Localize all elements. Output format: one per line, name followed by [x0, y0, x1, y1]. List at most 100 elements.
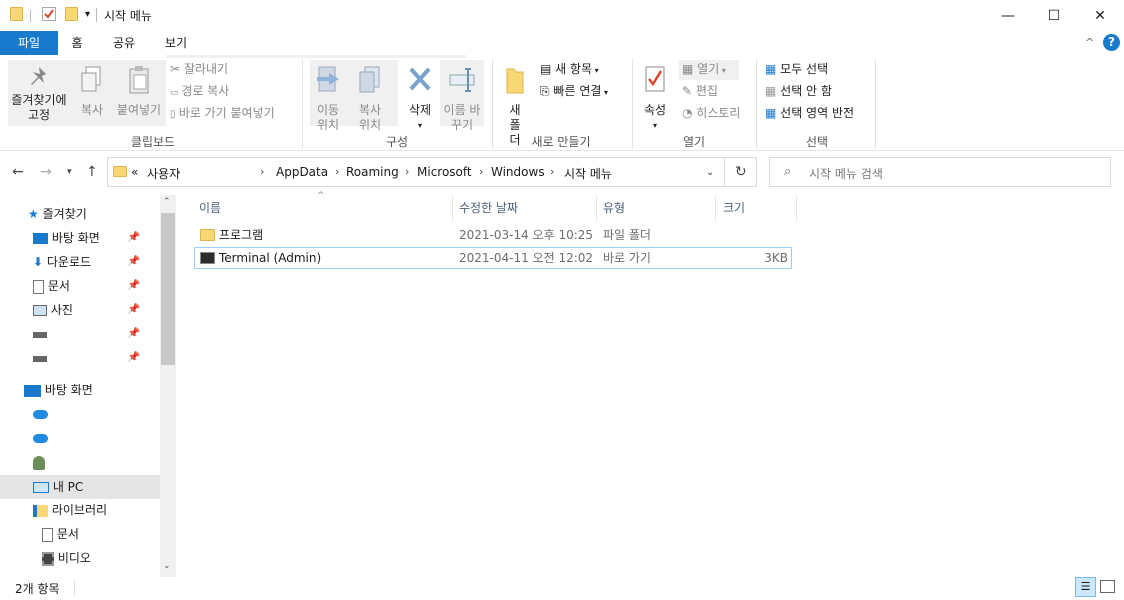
- column-divider[interactable]: [796, 196, 797, 221]
- large-icons-view-icon[interactable]: [1100, 580, 1115, 593]
- search-input[interactable]: 시작 메뉴 검색: [809, 165, 883, 182]
- pin-icon[interactable]: 📌: [128, 322, 140, 346]
- breadcrumb-roaming[interactable]: Roaming: [346, 165, 399, 179]
- computer-icon: [33, 482, 49, 493]
- breadcrumb-appdata[interactable]: AppData: [276, 165, 328, 179]
- details-view-icon[interactable]: ☰: [1075, 577, 1096, 597]
- properties-dropdown-icon[interactable]: ▾: [638, 118, 672, 133]
- sidebar-item-lib-documents[interactable]: 문서: [42, 522, 79, 546]
- new-folder-quick-icon[interactable]: [65, 7, 78, 21]
- close-button[interactable]: ✕: [1077, 0, 1123, 31]
- tab-share[interactable]: 공유: [106, 31, 142, 55]
- sidebar-item-drive[interactable]: 📌: [33, 346, 160, 370]
- group-separator: [756, 59, 757, 149]
- breadcrumb-microsoft[interactable]: Microsoft: [417, 165, 472, 179]
- move-to-button[interactable]: 이동 위치: [310, 65, 346, 133]
- open-label: 열기: [697, 62, 720, 76]
- tab-file[interactable]: 파일: [0, 31, 58, 55]
- chevron-right-icon[interactable]: ›: [176, 165, 180, 178]
- pin-icon[interactable]: 📌: [128, 274, 140, 298]
- copy-to-button[interactable]: 복사 위치: [352, 65, 388, 133]
- history-icon: ◔: [682, 106, 697, 120]
- sidebar-item-onedrive[interactable]: [33, 402, 48, 426]
- copy-path-button[interactable]: ▭ 경로 복사: [170, 81, 229, 101]
- file-row-programs[interactable]: 프로그램 2021-03-14 오후 10:25 파일 폴더: [194, 225, 792, 247]
- scroll-up-icon[interactable]: ⌃: [163, 197, 171, 207]
- pin-icon[interactable]: 📌: [128, 226, 140, 250]
- properties-quick-icon[interactable]: [42, 7, 56, 21]
- minimize-button[interactable]: —: [985, 0, 1031, 31]
- chevron-right-icon[interactable]: ›: [260, 165, 264, 178]
- sidebar-item-user[interactable]: [33, 450, 45, 474]
- pin-icon: [8, 65, 70, 93]
- help-icon[interactable]: ?: [1103, 34, 1120, 51]
- rename-button[interactable]: 이름 바꾸기: [442, 65, 482, 133]
- collapse-ribbon-icon[interactable]: ^: [1085, 36, 1094, 49]
- file-row-terminal-admin[interactable]: Terminal (Admin) 2021-04-11 오전 12:02 바로 …: [194, 247, 792, 269]
- sidebar-item-label: 내 PC: [52, 480, 84, 494]
- copy-button[interactable]: 복사: [75, 65, 109, 118]
- tab-view[interactable]: 보기: [158, 31, 194, 55]
- invert-selection-button[interactable]: ▦ 선택 영역 반전: [765, 103, 854, 123]
- column-header-name[interactable]: 이름: [199, 199, 221, 221]
- chevron-right-icon[interactable]: ›: [479, 165, 483, 178]
- sidebar-item-network-drive[interactable]: 📌: [33, 322, 160, 346]
- address-bar[interactable]: « 사용자 › › AppData › Roaming › Microsoft …: [107, 157, 757, 187]
- back-icon[interactable]: ←: [12, 164, 24, 180]
- sidebar-item-documents[interactable]: 문서 📌: [33, 274, 160, 298]
- column-header-size[interactable]: 크기: [723, 199, 745, 221]
- select-none-button[interactable]: ▦ 선택 안 함: [765, 81, 832, 101]
- sidebar-item-libraries[interactable]: 라이브러리: [33, 498, 107, 522]
- sidebar-item-desktop[interactable]: 바탕 화면: [24, 378, 93, 402]
- forward-icon[interactable]: →: [40, 164, 52, 180]
- column-header-modified[interactable]: 수정한 날짜: [459, 199, 518, 221]
- search-box[interactable]: ⌕ 시작 메뉴 검색: [769, 157, 1111, 187]
- sidebar-item-quick-access[interactable]: ★ 즐겨찾기: [28, 202, 87, 226]
- breadcrumb-start-menu[interactable]: 시작 메뉴: [564, 165, 612, 182]
- breadcrumb-windows[interactable]: Windows: [491, 165, 545, 179]
- scrollbar-thumb[interactable]: [161, 213, 175, 365]
- refresh-icon[interactable]: ↻: [735, 164, 747, 180]
- cut-button[interactable]: ✂ 잘라내기: [170, 59, 228, 79]
- pin-icon[interactable]: 📌: [128, 298, 140, 322]
- breadcrumb-overflow[interactable]: «: [131, 165, 138, 179]
- tab-home[interactable]: 홈: [62, 31, 92, 55]
- sidebar-item-downloads[interactable]: ⬇ 다운로드 📌: [33, 250, 160, 274]
- new-item-button[interactable]: ▤ 새 항목 ▾: [540, 59, 599, 79]
- edit-button[interactable]: ✎ 편집: [682, 81, 718, 101]
- properties-button[interactable]: 속성 ▾: [638, 65, 672, 133]
- chevron-right-icon[interactable]: ›: [550, 165, 554, 178]
- copy-label: 복사: [80, 103, 104, 117]
- sidebar-scrollbar[interactable]: ⌃ ⌄: [160, 195, 176, 577]
- rename-icon: [442, 65, 482, 103]
- chevron-right-icon[interactable]: ›: [335, 165, 339, 178]
- maximize-button[interactable]: ☐: [1031, 0, 1077, 31]
- open-button[interactable]: ▦ 열기 ▾: [682, 59, 726, 79]
- new-folder-icon: [498, 65, 532, 103]
- sidebar-item-lib-videos[interactable]: 비디오: [42, 546, 91, 570]
- customize-quick-access-icon[interactable]: ▾: [85, 9, 90, 20]
- pin-icon[interactable]: 📌: [128, 250, 140, 274]
- column-header-type[interactable]: 유형: [603, 199, 625, 221]
- pin-quick-access-button[interactable]: 즐겨찾기에 고정: [8, 65, 70, 123]
- sidebar-item-onedrive-2[interactable]: [33, 426, 48, 450]
- history-button[interactable]: ◔ 히스토리: [682, 103, 740, 123]
- chevron-right-icon[interactable]: ›: [405, 165, 409, 178]
- scroll-down-icon[interactable]: ⌄: [163, 561, 171, 571]
- paste-button[interactable]: 붙여넣기: [112, 65, 166, 118]
- up-icon[interactable]: ↑: [86, 164, 98, 180]
- sidebar-item-desktop-pinned[interactable]: 바탕 화면 📌: [33, 226, 160, 250]
- pin-icon[interactable]: 📌: [128, 346, 140, 370]
- delete-button[interactable]: 삭제 ▾: [402, 65, 438, 133]
- easy-access-button[interactable]: ⎘ 빠른 연결 ▾: [540, 81, 608, 101]
- recent-locations-icon[interactable]: ▾: [67, 167, 72, 177]
- column-divider[interactable]: [596, 196, 597, 221]
- delete-dropdown-icon[interactable]: ▾: [402, 118, 438, 133]
- sidebar-item-this-pc[interactable]: 내 PC: [0, 475, 160, 499]
- column-divider[interactable]: [715, 196, 716, 221]
- sidebar-item-pictures[interactable]: 사진 📌: [33, 298, 160, 322]
- column-divider[interactable]: [452, 196, 453, 221]
- select-all-button[interactable]: ▦ 모두 선택: [765, 59, 828, 79]
- paste-shortcut-button[interactable]: ▯ 바로 가기 붙여넣기: [170, 103, 275, 123]
- address-dropdown-icon[interactable]: ⌄: [706, 167, 714, 178]
